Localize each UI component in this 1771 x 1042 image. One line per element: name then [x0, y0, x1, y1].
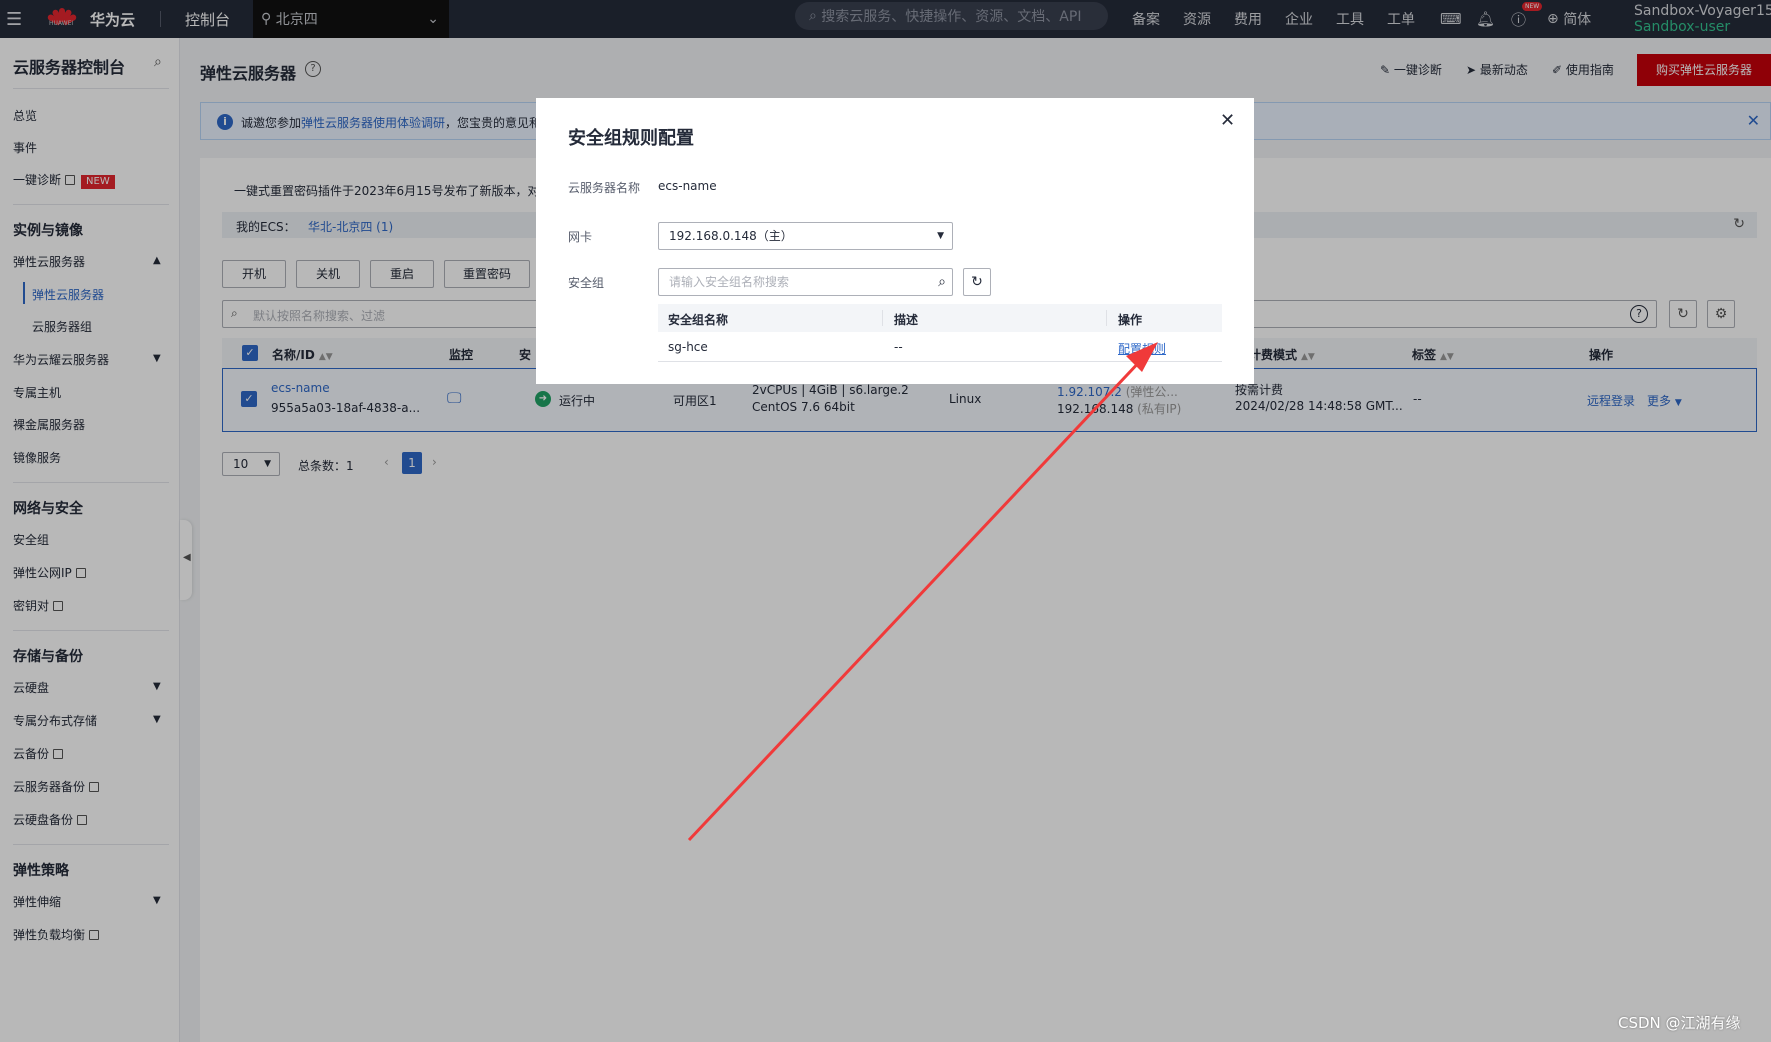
nic-selected-value: 192.168.0.148（主）	[669, 229, 793, 243]
search-icon[interactable]: ⌕	[938, 269, 946, 295]
refresh-icon: ↻	[971, 274, 983, 290]
column-header-op: 操作	[1118, 313, 1143, 327]
nic-select[interactable]: 192.168.0.148（主） ▼	[658, 222, 953, 250]
watermark: CSDN @江湖有缘	[1618, 1014, 1741, 1032]
sg-desc: --	[894, 340, 903, 354]
nic-label: 网卡	[568, 230, 593, 244]
sg-table-header: 安全组名称 描述 操作	[658, 304, 1222, 332]
sg-name: sg-hce	[668, 340, 708, 354]
column-header-sg-name: 安全组名称	[668, 313, 729, 327]
refresh-button[interactable]: ↻	[963, 268, 991, 296]
table-row: sg-hce -- 配置规则	[658, 332, 1222, 362]
security-group-label: 安全组	[568, 276, 605, 290]
security-group-config-dialog: 安全组规则配置 ✕ 云服务器名称 ecs-name 网卡 192.168.0.1…	[536, 98, 1254, 384]
server-name-label: 云服务器名称	[568, 181, 641, 195]
divider	[1106, 310, 1107, 326]
close-icon[interactable]: ✕	[1220, 110, 1235, 131]
sg-search-placeholder: 请输入安全组名称搜索	[669, 275, 790, 289]
server-name-value: ecs-name	[658, 179, 717, 193]
column-header-desc: 描述	[894, 313, 919, 327]
caret-down-icon: ▼	[937, 231, 944, 241]
security-group-search-input[interactable]: 请输入安全组名称搜索 ⌕	[658, 268, 953, 296]
divider	[882, 310, 883, 326]
configure-rules-link[interactable]: 配置规则	[1118, 340, 1166, 357]
dialog-title: 安全组规则配置	[568, 128, 694, 149]
